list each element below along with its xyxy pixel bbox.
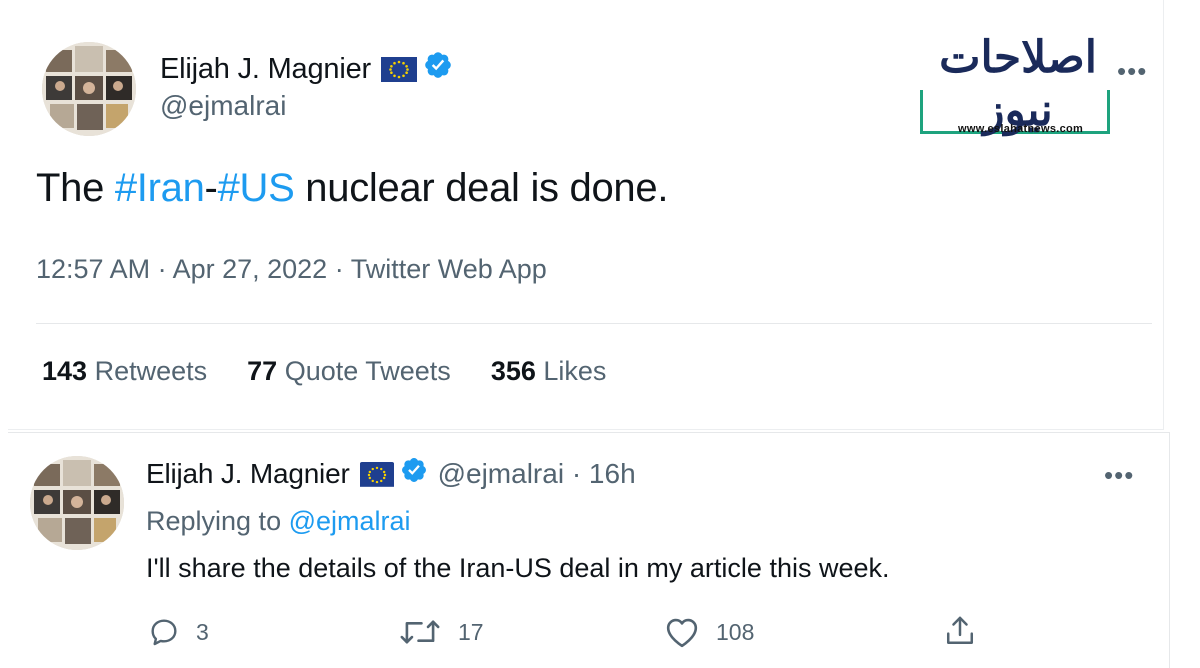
- reply-more-options-icon[interactable]: •••: [1104, 462, 1134, 488]
- like-action[interactable]: 108: [664, 616, 754, 648]
- like-icon: [666, 618, 698, 648]
- author-handle[interactable]: @ejmalrai: [160, 90, 286, 122]
- logo-wordmark: اصلاحات نیوز: [939, 32, 1097, 136]
- reply-handle-time[interactable]: @ejmalrai · 16h: [438, 458, 636, 490]
- replying-prefix: Replying to: [146, 506, 289, 536]
- stat-label: Quote Tweets: [284, 356, 451, 386]
- share-icon: [946, 616, 974, 645]
- replying-mention[interactable]: @ejmalrai: [289, 506, 411, 536]
- stat-count: 356: [490, 356, 536, 386]
- avatar-collage-image: [30, 456, 124, 550]
- likes-stat[interactable]: 356 Likes: [491, 356, 607, 387]
- retweet-icon: [400, 620, 440, 644]
- reply-author-display-name[interactable]: Elijah J. Magnier: [146, 458, 350, 490]
- tweet-timestamp[interactable]: 12:57 AM · Apr 27, 2022 · Twitter Web Ap…: [36, 254, 547, 285]
- tweet-text-suffix: nuclear deal is done.: [294, 166, 669, 210]
- tweet-text-prefix: The: [36, 166, 115, 210]
- tweet-text-dash: -: [204, 166, 218, 210]
- reply-action[interactable]: 3: [148, 616, 209, 648]
- author-name-row: Elijah J. Magnier: [160, 50, 453, 88]
- reply-count: 3: [196, 618, 209, 645]
- reply-author-name-row: Elijah J. Magnier @ejmalrai · 16h: [146, 456, 636, 491]
- eslahatnews-logo: اصلاحات نیوز www.eslahatnews.com: [920, 30, 1110, 136]
- stat-count: 143: [42, 356, 88, 386]
- reply-icon: [151, 619, 177, 646]
- share-action[interactable]: [944, 614, 992, 648]
- tweet-stats: 143 Retweets 77 Quote Tweets 356 Likes: [42, 356, 606, 387]
- reply-author-avatar[interactable]: [30, 456, 124, 550]
- retweet-action[interactable]: 17: [398, 616, 484, 648]
- eu-flag-icon: [359, 461, 394, 487]
- divider: [36, 323, 1152, 324]
- like-count: 108: [716, 618, 755, 645]
- avatar-collage-image: [42, 42, 136, 136]
- author-avatar[interactable]: [42, 42, 136, 136]
- retweets-stat[interactable]: 143 Retweets: [42, 356, 207, 387]
- stat-label: Likes: [543, 356, 607, 386]
- hashtag-iran[interactable]: #Iran: [115, 166, 205, 210]
- replying-to: Replying to @ejmalrai: [146, 506, 411, 537]
- author-display-name[interactable]: Elijah J. Magnier: [160, 53, 371, 86]
- reply-text: I'll share the details of the Iran-US de…: [146, 553, 890, 583]
- verified-badge-icon: [400, 456, 428, 491]
- tweet-text: The #Iran-#US nuclear deal is done.: [36, 166, 668, 211]
- more-options-icon[interactable]: •••: [1117, 58, 1147, 84]
- verified-badge-icon: [423, 50, 453, 88]
- hashtag-us[interactable]: #US: [218, 166, 295, 210]
- retweet-count: 17: [458, 618, 484, 645]
- stat-label: Retweets: [94, 356, 208, 386]
- stat-count: 77: [247, 356, 278, 386]
- logo-url: www.eslahatnews.com: [958, 123, 1084, 135]
- quote-tweets-stat[interactable]: 77 Quote Tweets: [247, 356, 451, 387]
- eu-flag-icon: [380, 56, 417, 82]
